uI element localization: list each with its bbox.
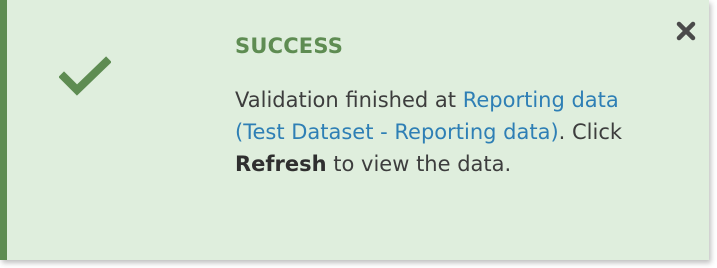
refresh-emphasis: Refresh xyxy=(235,152,327,176)
message-middle: . Click xyxy=(558,120,623,144)
checkmark-icon xyxy=(59,56,111,96)
close-icon[interactable] xyxy=(675,20,697,42)
message-prefix: Validation finished at xyxy=(235,88,463,112)
success-notification: SUCCESS Validation finished at Reporting… xyxy=(0,0,709,260)
message-suffix: to view the data. xyxy=(326,152,512,176)
notification-message: Validation finished at Reporting data (T… xyxy=(235,84,665,180)
notification-title: SUCCESS xyxy=(235,34,344,58)
